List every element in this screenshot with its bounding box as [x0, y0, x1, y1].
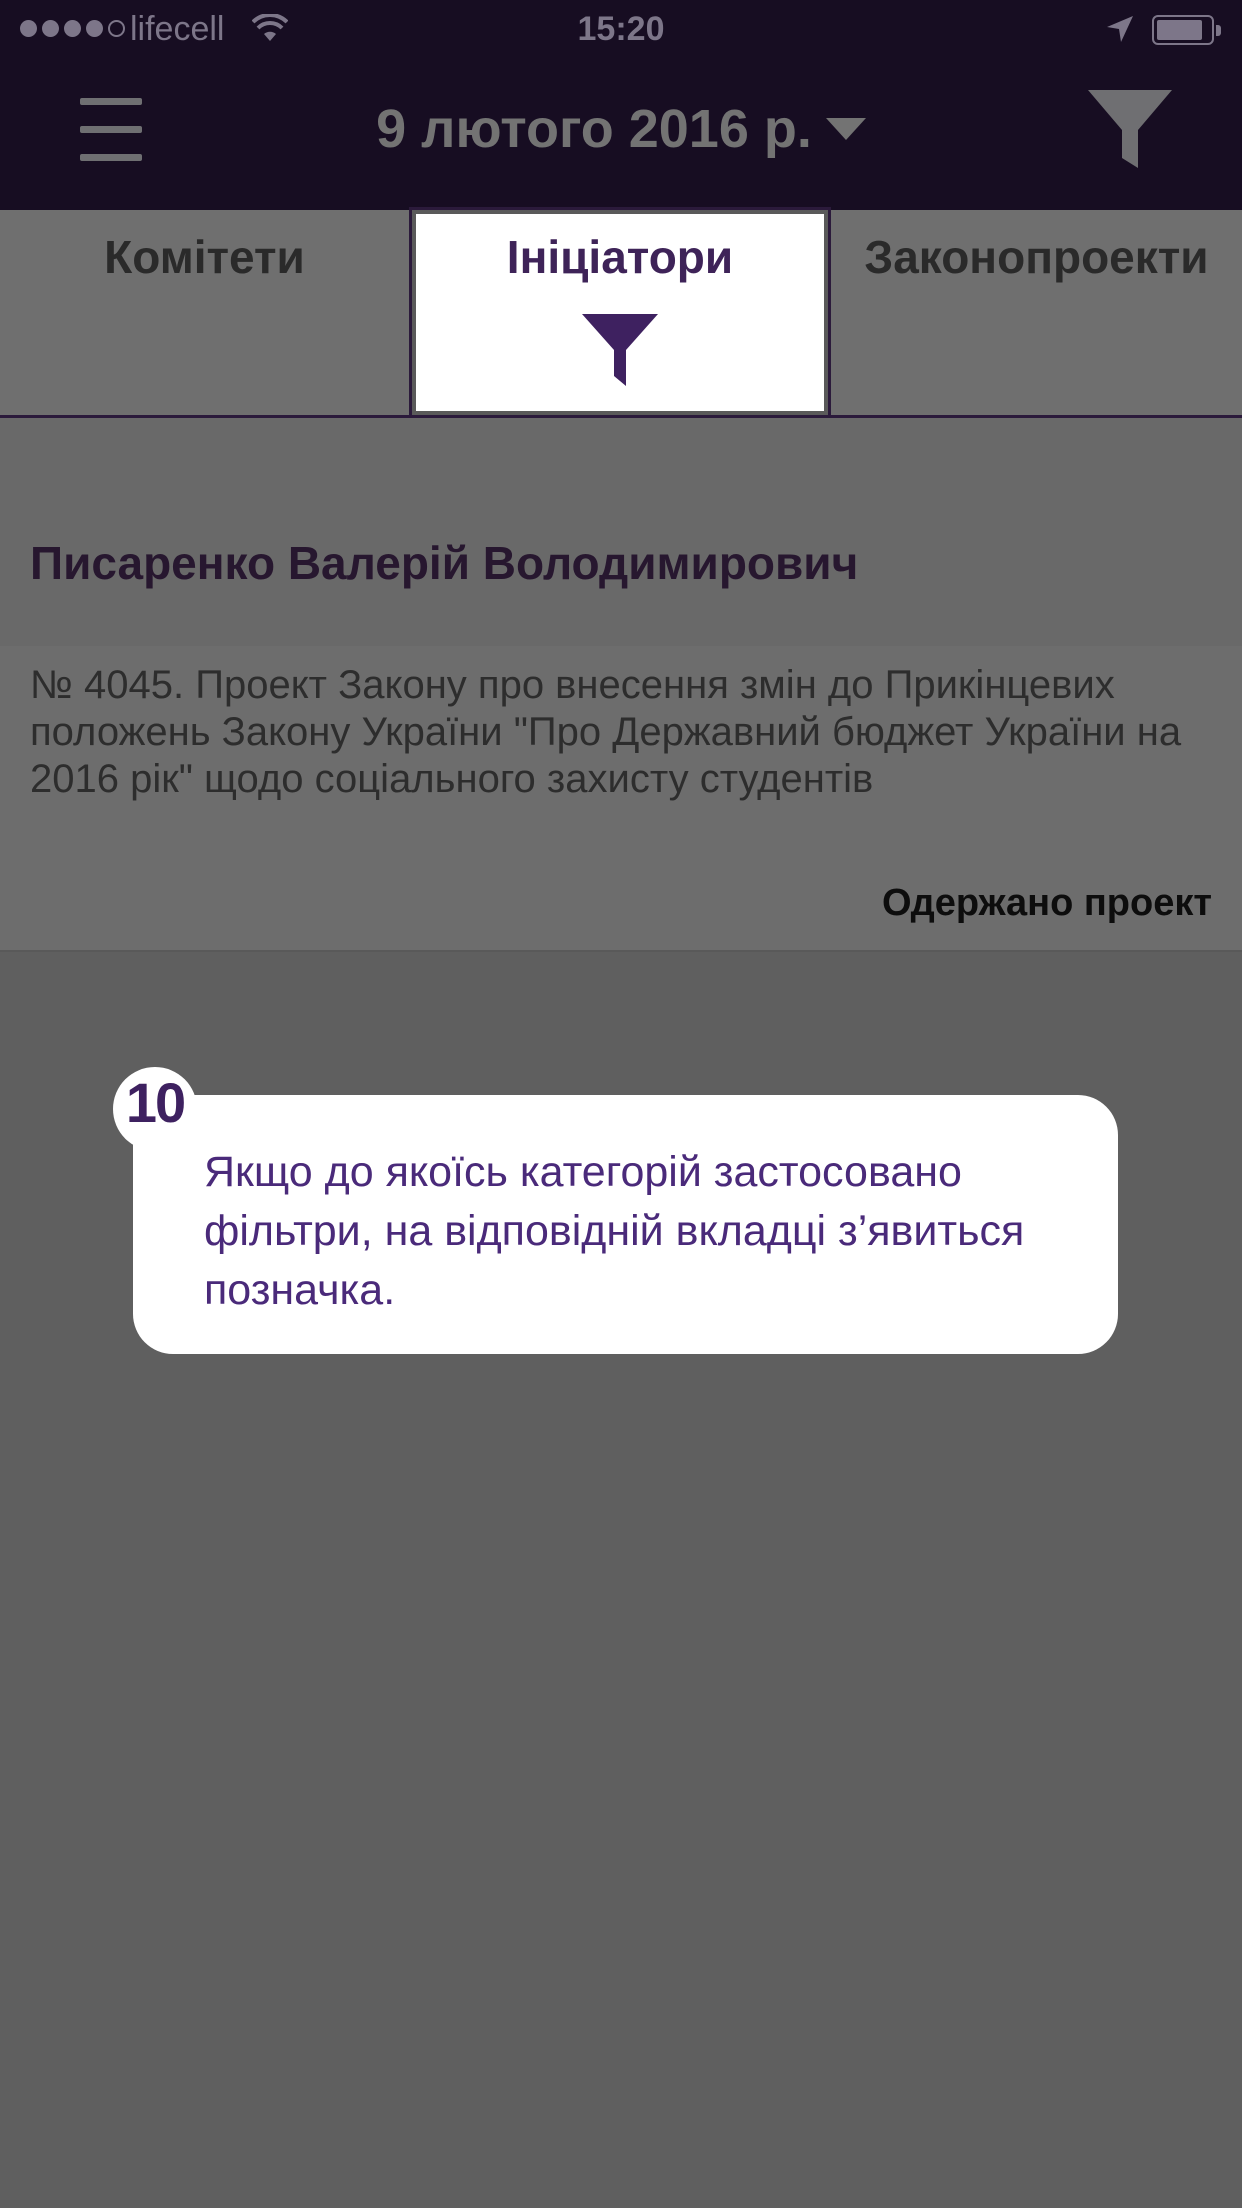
tab-bills[interactable]: Законопроекти: [828, 210, 1242, 415]
bill-status: Одержано проект: [882, 882, 1212, 924]
status-bar: lifecell 15:20: [0, 0, 1242, 60]
initiator-section-header: Писаренко Валерій Володимирович: [0, 418, 1242, 646]
category-tabs: Комітети Ініціатори Законопроекти: [0, 207, 1242, 418]
battery-icon: [1152, 15, 1214, 45]
initiator-name: Писаренко Валерій Володимирович: [30, 537, 859, 589]
bill-title: № 4045. Проект Закону про внесення змін …: [30, 663, 1182, 801]
tooltip-step-number: 10: [125, 1071, 186, 1134]
list-item[interactable]: № 4045. Проект Закону про внесення змін …: [0, 646, 1242, 952]
location-arrow-icon: [1105, 14, 1135, 53]
battery-tip: [1216, 25, 1221, 36]
dropdown-caret-icon: [825, 117, 866, 140]
tab-filter-applied-icon: [582, 314, 658, 391]
navigation-bar: 9 лютого 2016 р.: [0, 60, 1242, 210]
tab-label: Ініціатори: [506, 231, 734, 283]
date-label: 9 лютого 2016 р.: [376, 99, 812, 159]
date-selector[interactable]: 9 лютого 2016 р.: [0, 98, 1242, 160]
tutorial-tooltip: Якщо до якоїсь категорій застосовано філ…: [133, 1095, 1118, 1354]
tab-label: Законопроекти: [864, 231, 1209, 283]
tab-committees[interactable]: Комітети: [0, 210, 412, 415]
status-time: 15:20: [577, 10, 665, 48]
tooltip-text: Якщо до якоїсь категорій застосовано філ…: [204, 1148, 1025, 1314]
filter-funnel-icon[interactable]: [1088, 90, 1172, 175]
tab-initiators[interactable]: Ініціатори: [409, 207, 831, 418]
tab-label: Комітети: [104, 231, 305, 283]
